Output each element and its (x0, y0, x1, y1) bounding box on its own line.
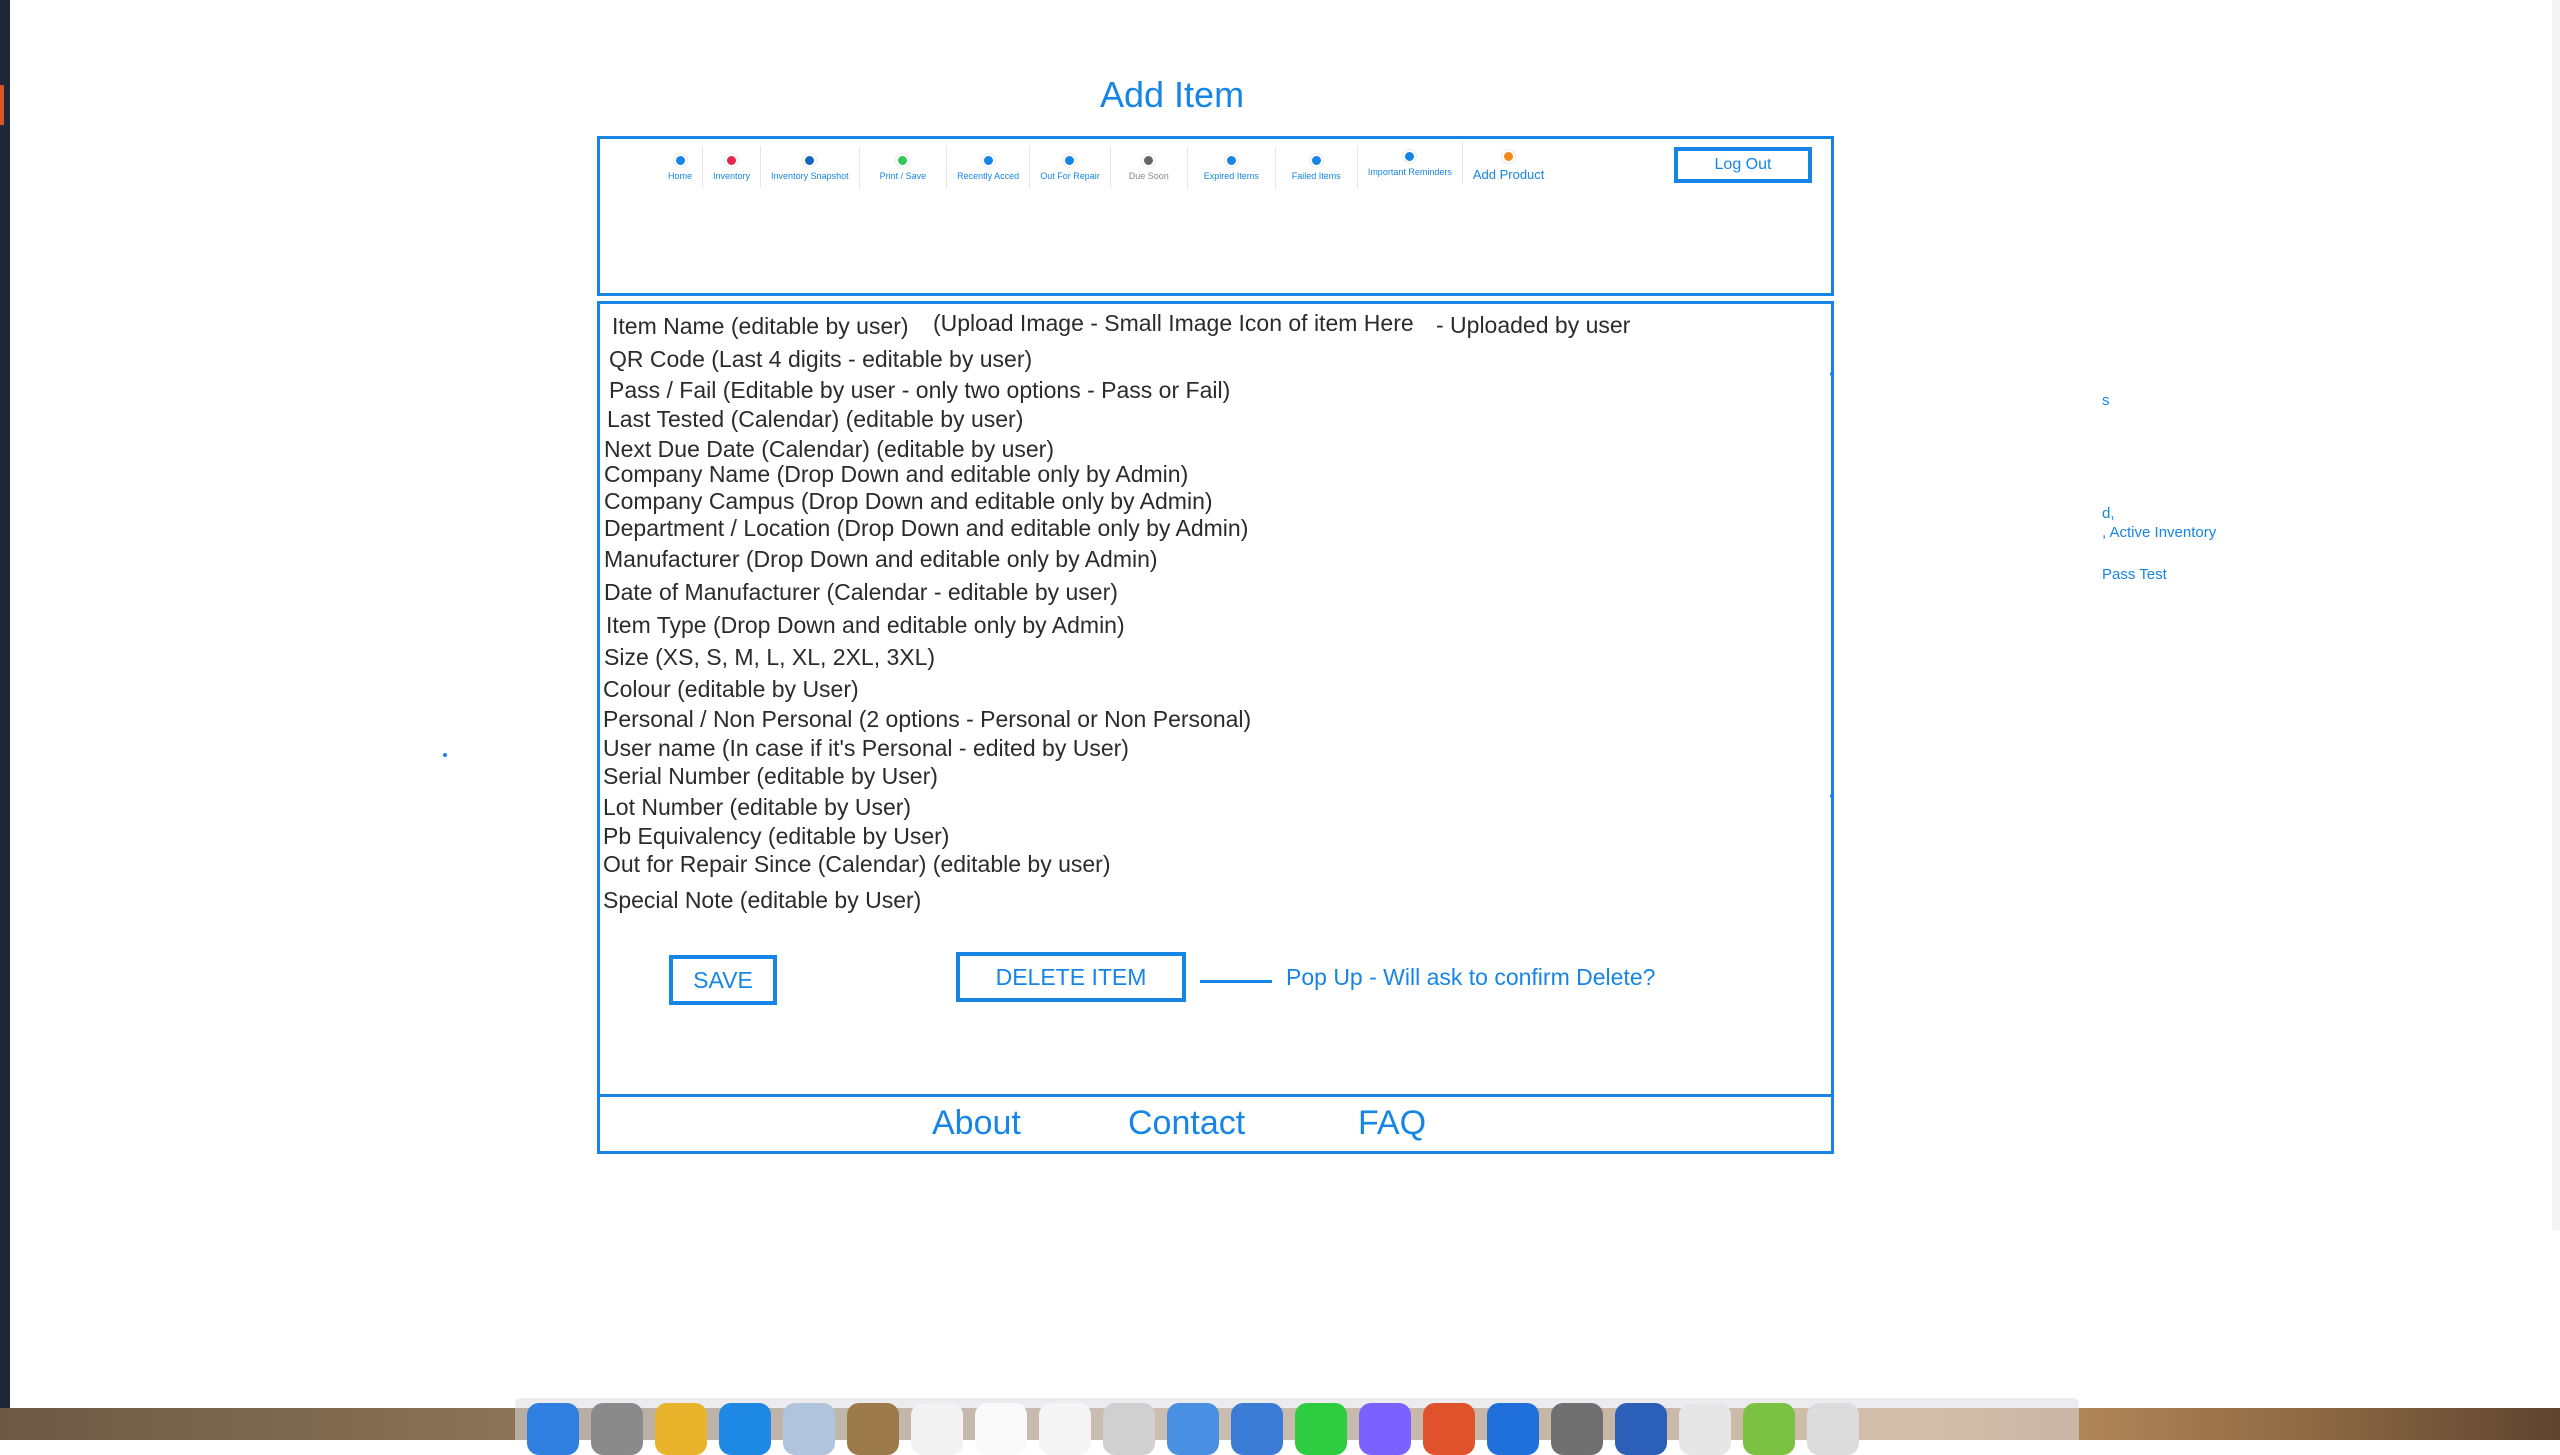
next-due-date-field[interactable]: Next Due Date (Calendar) (editable by us… (604, 436, 1054, 463)
notes-icon[interactable] (847, 1403, 899, 1455)
failed-icon (1309, 154, 1323, 167)
save-button[interactable]: SAVE (669, 955, 777, 1005)
nav-label: Failed Items (1291, 171, 1341, 181)
nav-label: Home (668, 171, 693, 181)
reminders-icon[interactable] (975, 1403, 1027, 1455)
about-link[interactable]: About (932, 1104, 1021, 1143)
nav-label: Important Reminders (1367, 167, 1452, 177)
desktop-background-right (2551, 0, 2560, 1230)
contact-link[interactable]: Contact (1128, 1104, 1245, 1143)
special-note-field[interactable]: Special Note (editable by User) (603, 887, 921, 914)
nav-label: Print / Save (879, 171, 927, 181)
print-icon (896, 154, 910, 167)
uploaded-by-note: - Uploaded by user (1436, 312, 1631, 338)
nav-item-failed-items[interactable]: Failed Items (1276, 146, 1358, 188)
nav-bar: Home Inventory Inventory Snapshot Print … (658, 142, 1554, 188)
nav-item-out-for-repair[interactable]: Out For Repair (1030, 146, 1111, 188)
safari-icon[interactable] (719, 1403, 771, 1455)
home-icon (673, 154, 687, 167)
side-note-fragment: Pass Test (2102, 566, 2167, 583)
item-name-field[interactable]: Item Name (editable by user) (612, 313, 909, 340)
calendar-icon[interactable] (911, 1403, 963, 1455)
documents-icon[interactable] (1679, 1403, 1731, 1455)
nav-label: Inventory (713, 171, 751, 181)
dock (515, 1398, 2079, 1455)
recent-icon (981, 154, 995, 167)
stray-dot (443, 753, 447, 757)
nav-label: Recently Acced (957, 171, 1020, 181)
inventory-icon (725, 154, 739, 167)
finder-icon[interactable] (527, 1403, 579, 1455)
repair-icon (1063, 154, 1077, 167)
nav-item-inventory[interactable]: Inventory (703, 146, 762, 188)
annotation-connector-line (1200, 980, 1272, 983)
out-for-repair-since-field[interactable]: Out for Repair Since (Calendar) (editabl… (603, 851, 1111, 878)
stray-dot (1830, 372, 1834, 376)
last-tested-field[interactable]: Last Tested (Calendar) (editable by user… (607, 406, 1023, 433)
user-name-field[interactable]: User name (In case if it's Personal - ed… (603, 735, 1129, 762)
nav-label: Inventory Snapshot (771, 171, 849, 181)
nav-item-expired-items[interactable]: Expired Items (1188, 146, 1276, 188)
department-location-field[interactable]: Department / Location (Drop Down and edi… (604, 515, 1248, 542)
lot-number-field[interactable]: Lot Number (editable by User) (603, 794, 911, 821)
itunes-icon[interactable] (1359, 1403, 1411, 1455)
manufacturer-field[interactable]: Manufacturer (Drop Down and editable onl… (604, 546, 1158, 573)
qr-code-field[interactable]: QR Code (Last 4 digits - editable by use… (609, 346, 1032, 373)
delete-popup-note: Pop Up - Will ask to confirm Delete? (1286, 964, 1656, 990)
nav-item-due-soon[interactable]: Due Soon (1111, 146, 1188, 188)
item-type-field[interactable]: Item Type (Drop Down and editable only b… (606, 612, 1125, 639)
messages-icon[interactable] (1231, 1403, 1283, 1455)
colour-field[interactable]: Colour (editable by User) (603, 676, 859, 703)
nav-item-important-reminders[interactable]: Important Reminders (1358, 142, 1463, 184)
system-preferences-icon[interactable] (1551, 1403, 1603, 1455)
nav-item-recently-accessed[interactable]: Recently Acced (947, 146, 1031, 188)
chrome-icon[interactable] (655, 1403, 707, 1455)
company-name-field[interactable]: Company Name (Drop Down and editable onl… (604, 461, 1188, 488)
delete-item-button[interactable]: DELETE ITEM (956, 952, 1186, 1002)
pass-fail-field[interactable]: Pass / Fail (Editable by user - only two… (609, 377, 1230, 404)
nav-label: Out For Repair (1040, 171, 1100, 181)
clock-icon (1142, 154, 1156, 167)
nav-item-add-product[interactable]: Add Product (1463, 142, 1555, 184)
date-of-manufacturer-field[interactable]: Date of Manufacturer (Calendar - editabl… (604, 579, 1118, 606)
numbers-icon[interactable] (1743, 1403, 1795, 1455)
ibooks-icon[interactable] (1423, 1403, 1475, 1455)
faq-link[interactable]: FAQ (1358, 1104, 1426, 1143)
pb-equivalency-field[interactable]: Pb Equivalency (editable by User) (603, 823, 949, 850)
side-note-fragment: , Active Inventory (2102, 524, 2217, 541)
facetime-icon[interactable] (1295, 1403, 1347, 1455)
nav-label: Add Product (1472, 167, 1545, 182)
nav-item-inventory-snapshot[interactable]: Inventory Snapshot (761, 146, 860, 188)
stray-dot (1830, 794, 1834, 798)
app-store-icon[interactable] (1487, 1403, 1539, 1455)
side-note-fragment: s (2102, 392, 2110, 409)
side-note-fragment: d, (2102, 505, 2115, 522)
maps-icon[interactable] (1167, 1403, 1219, 1455)
expired-icon (1224, 154, 1238, 167)
trash-icon[interactable] (1807, 1403, 1859, 1455)
nav-label: Due Soon (1128, 171, 1169, 181)
word-icon[interactable] (1615, 1403, 1667, 1455)
logout-button[interactable]: Log Out (1674, 147, 1812, 183)
add-icon (1502, 150, 1516, 163)
nav-label: Expired Items (1203, 171, 1259, 181)
company-campus-field[interactable]: Company Campus (Drop Down and editable o… (604, 488, 1213, 515)
personal-field[interactable]: Personal / Non Personal (2 options - Per… (603, 706, 1251, 733)
contacts-icon[interactable] (1103, 1403, 1155, 1455)
nav-item-home[interactable]: Home (658, 146, 704, 188)
reminder-icon (1403, 150, 1417, 163)
nav-item-print-save[interactable]: Print / Save (860, 146, 948, 188)
window-edge-accent (0, 85, 4, 125)
preview-icon[interactable] (783, 1403, 835, 1455)
launchpad-icon[interactable] (591, 1403, 643, 1455)
size-field[interactable]: Size (XS, S, M, L, XL, 2XL, 3XL) (604, 644, 935, 671)
serial-number-field[interactable]: Serial Number (editable by User) (603, 763, 938, 790)
desktop-background-left (0, 0, 10, 1440)
photos-icon[interactable] (1039, 1403, 1091, 1455)
page-title: Add Item (1100, 74, 1245, 115)
upload-image-field[interactable]: (Upload Image - Small Image Icon of item… (933, 310, 1414, 337)
snapshot-icon (803, 154, 817, 167)
